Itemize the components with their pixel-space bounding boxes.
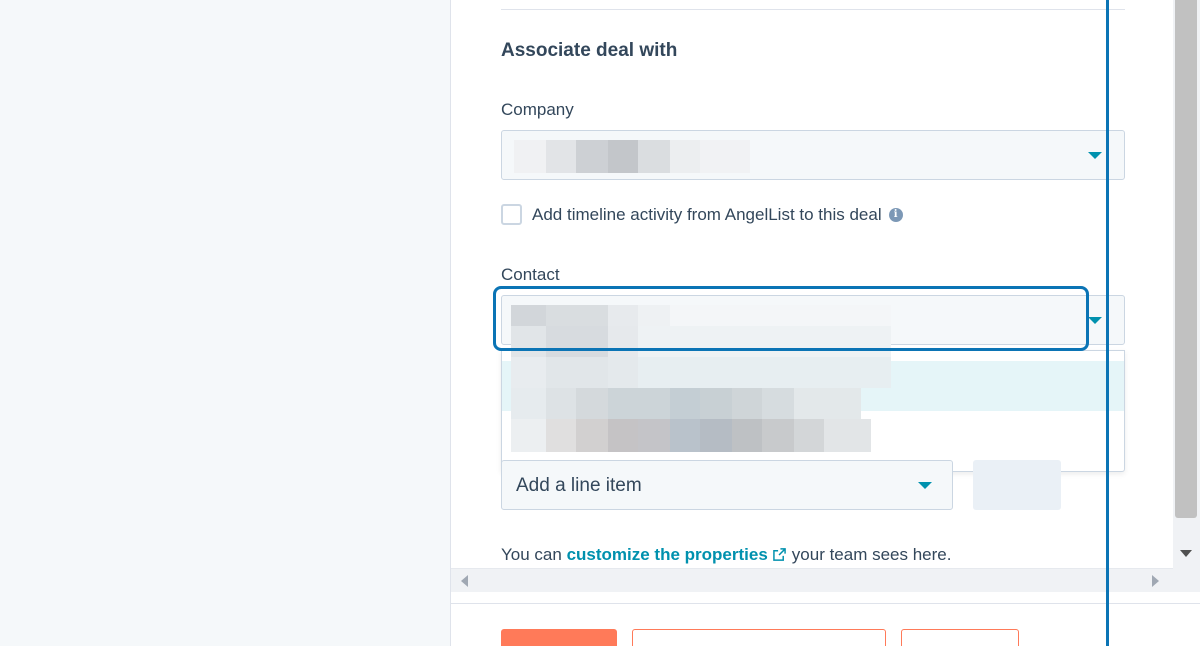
scroll-right-arrow-icon[interactable] — [1152, 575, 1159, 587]
timeline-activity-checkbox[interactable] — [501, 204, 522, 225]
create-and-add-another-button[interactable] — [632, 629, 886, 646]
scrollbar-thumb[interactable] — [1175, 0, 1197, 518]
scroll-down-arrow-icon[interactable] — [1180, 550, 1192, 557]
contact-label: Contact — [501, 265, 560, 284]
background-area — [0, 0, 450, 646]
cancel-button[interactable] — [901, 629, 1019, 646]
create-button[interactable] — [501, 629, 617, 646]
chevron-down-icon — [1088, 152, 1102, 159]
help-text-prefix: You can — [501, 545, 562, 564]
line-item-select[interactable]: Add a line item — [501, 460, 953, 510]
company-label: Company — [501, 100, 574, 119]
section-divider — [501, 9, 1125, 10]
deal-create-panel: Associate deal with Company Add timeline… — [450, 0, 1200, 646]
info-icon[interactable]: i — [888, 207, 903, 222]
scroll-left-arrow-icon[interactable] — [461, 575, 468, 587]
line-item-select-value: Add a line item — [516, 475, 642, 496]
help-text-suffix: your team sees here. — [791, 545, 952, 564]
vertical-scrollbar[interactable] — [1173, 0, 1200, 592]
customize-properties-link[interactable]: customize the properties — [567, 545, 768, 564]
chevron-down-icon — [1088, 317, 1102, 324]
customize-help-text: You can customize the properties your tea… — [501, 545, 951, 565]
company-value-redacted — [514, 140, 750, 173]
line-item-button[interactable] — [973, 460, 1061, 510]
contact-focus-ring — [493, 286, 1089, 351]
external-link-icon[interactable] — [772, 548, 786, 561]
footer-divider — [451, 603, 1200, 604]
timeline-activity-label: Add timeline activity from AngelList to … — [532, 204, 882, 224]
horizontal-scrollbar[interactable] — [451, 568, 1173, 592]
guide-line — [1106, 0, 1109, 646]
timeline-activity-option[interactable]: Add timeline activity from AngelList to … — [501, 204, 903, 225]
company-select[interactable] — [501, 130, 1125, 180]
chevron-down-icon — [918, 482, 932, 489]
section-title: Associate deal with — [501, 40, 678, 61]
